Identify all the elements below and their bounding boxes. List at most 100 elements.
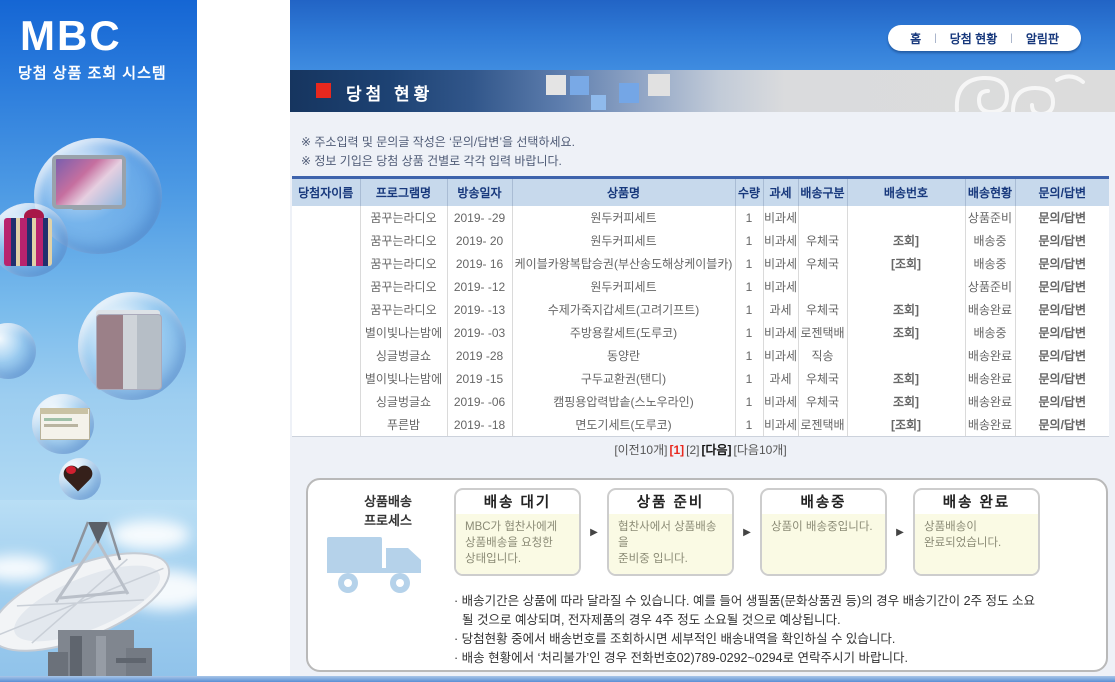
pagination-item-5[interactable]: [다음10개] (734, 443, 787, 457)
delivery-status-cell: 배송완료 (964, 390, 1015, 413)
carrier-cell: 우체국 (797, 298, 847, 321)
column-header: 프로그램명 (359, 177, 447, 206)
content-area: ※ 주소입력 및 문의글 작성은 ‘문의/답변’을 선택하세요. ※ 정보 기입은… (290, 112, 1115, 676)
deco-square (619, 83, 639, 103)
pagination: [이전10개] [1] [2] [다음] [다음10개] (290, 441, 1111, 458)
product-name-cell: 원두커피세트 (511, 229, 735, 252)
tax-cell: 비과세 (762, 229, 798, 252)
column-header: 수량 (734, 177, 763, 206)
results-table-body: 꿈꾸는라디오 2019- -29 원두커피세트 1 비과세 상품준비 문의/답변 꿈꾸는라디오… (292, 206, 1109, 437)
tracking-lookup-link[interactable]: [조회] (846, 252, 965, 275)
deco-square (648, 74, 670, 96)
tracking-lookup-link[interactable]: [조회] (846, 413, 965, 437)
quantity-cell: 1 (734, 321, 763, 344)
winner-name-cell (292, 206, 360, 229)
pagination-item-4[interactable]: [다음] (701, 443, 731, 457)
program-name-cell: 꿈꾸는라디오 (359, 229, 447, 252)
table-header-row: 당첨자이름 프로그램명 방송일자 상품명 수량 과세 배송구분 배송번호 배송현황 문의/답변 (292, 177, 1109, 206)
inquiry-link[interactable]: 문의/답변 (1014, 413, 1109, 437)
inquiry-link[interactable]: 문의/답변 (1014, 275, 1109, 298)
winner-name-cell (292, 229, 360, 252)
broadcast-date-cell: 2019- 20 (446, 229, 512, 252)
carrier-cell (797, 275, 847, 298)
process-step-2: 상품 준비 협찬사에서 상품배송을 준비중 입니다. (607, 488, 734, 576)
product-name-cell: 원두커피세트 (511, 206, 735, 229)
tracking-lookup-link[interactable]: 조회] (846, 321, 965, 344)
tax-cell: 비과세 (762, 344, 798, 367)
tv-stand (72, 205, 102, 210)
deco-square (546, 75, 566, 95)
pagination-item-3[interactable]: [2] (686, 443, 699, 457)
quantity-cell: 1 (734, 275, 763, 298)
process-step-3: 배송중 상품이 배송중입니다. (760, 488, 887, 576)
program-name-cell: 싱글벙글쇼 (359, 390, 447, 413)
delivery-process-panel: 상품배송 프로세스 배송 대기 MBC가 협찬사에게 상품배송을 요청한 상태입니… (306, 478, 1108, 672)
product-name-cell: 케이블카왕복탑승권(부산송도해상케이블카) (511, 252, 735, 275)
note-line-1: · 배송기간은 상품에 따라 달라질 수 있습니다. 예를 들어 생필품(문화상… (454, 594, 1036, 608)
red-square-bullet-icon (316, 83, 331, 98)
gift-box-image (4, 218, 52, 266)
step-arrow-icon: ▶ (590, 526, 598, 538)
webpage-line2 (44, 424, 78, 427)
inquiry-link[interactable]: 문의/답변 (1014, 390, 1109, 413)
program-name-cell: 푸른밤 (359, 413, 447, 437)
truck-icon (327, 537, 421, 593)
pagination-item-2[interactable]: [1] (669, 443, 684, 457)
inquiry-link[interactable]: 문의/답변 (1014, 321, 1109, 344)
nav-item-2[interactable]: 당첨 현황 (950, 30, 998, 47)
webpage-line (44, 418, 72, 421)
tracking-lookup-link[interactable]: 조회] (846, 390, 965, 413)
inquiry-link[interactable]: 문의/답변 (1014, 298, 1109, 321)
carrier-cell: 우체국 (797, 252, 847, 275)
table-row: 푸른밤 2019- -18 면도기세트(도루코) 1 비과세 로젠택배 [조회] 배송완료 문의… (292, 413, 1109, 437)
product-name-cell: 수제가죽지갑세트(고려기프트) (511, 298, 735, 321)
tracking-lookup-link (846, 206, 965, 229)
tax-cell: 비과세 (762, 252, 798, 275)
deco-square (591, 95, 606, 110)
program-name-cell: 꿈꾸는라디오 (359, 275, 447, 298)
satellite-dish-image (0, 521, 171, 682)
broadcast-date-cell: 2019- -03 (446, 321, 512, 344)
tracking-lookup-link (846, 275, 965, 298)
program-name-cell: 꿈꾸는라디오 (359, 206, 447, 229)
inquiry-link[interactable]: 문의/답변 (1014, 344, 1109, 367)
tax-cell: 비과세 (762, 206, 798, 229)
step-title: 배송중 (800, 495, 847, 511)
table-row: 꿈꾸는라디오 2019- -12 원두커피세트 1 비과세 상품준비 문의/답변 (292, 275, 1109, 298)
pagination-item-1[interactable]: [이전10개] (614, 443, 667, 457)
notice-lines: ※ 주소입력 및 문의글 작성은 ‘문의/답변’을 선택하세요. ※ 정보 기입은… (301, 133, 575, 171)
inquiry-link[interactable]: 문의/답변 (1014, 229, 1109, 252)
top-nav: 홈 | 당첨 현황 | 알림판 (888, 25, 1081, 51)
step-title: 배송 대기 (483, 495, 552, 511)
table-row: 꿈꾸는라디오 2019- 20 원두커피세트 1 비과세 우체국 조회] 배송중 문의/답변 (292, 229, 1109, 252)
carrier-cell (797, 206, 847, 229)
winner-name-cell (292, 413, 360, 437)
carrier-cell: 로젠택배 (797, 321, 847, 344)
tracking-lookup-link[interactable]: 조회] (846, 298, 965, 321)
product-name-cell: 동양란 (511, 344, 735, 367)
column-header: 배송현황 (964, 177, 1015, 206)
table-row: 싱글벙글쇼 2019- -06 캠핑용압력밥솥(스노우라인) 1 비과세 우체국 조회] 배송… (292, 390, 1109, 413)
quantity-cell: 1 (734, 252, 763, 275)
tax-cell: 비과세 (762, 275, 798, 298)
winner-name-cell (292, 252, 360, 275)
nav-item-3[interactable]: 알림판 (1026, 30, 1059, 47)
quantity-cell: 1 (734, 206, 763, 229)
inquiry-link[interactable]: 문의/답변 (1014, 206, 1109, 229)
broadcast-date-cell: 2019- -18 (446, 413, 512, 437)
quantity-cell: 1 (734, 413, 763, 437)
product-name-cell: 캠핑용압력밥솥(스노우라인) (511, 390, 735, 413)
step-arrow-icon: ▶ (743, 526, 751, 538)
inquiry-link[interactable]: 문의/답변 (1014, 252, 1109, 275)
tracking-lookup-link[interactable]: 조회] (846, 229, 965, 252)
delivery-status-cell: 배송완료 (964, 344, 1015, 367)
inquiry-link[interactable]: 문의/답변 (1014, 367, 1109, 390)
tracking-lookup-link[interactable]: 조회] (846, 367, 965, 390)
quantity-cell: 1 (734, 390, 763, 413)
broadcast-date-cell: 2019- -13 (446, 298, 512, 321)
nav-separator: | (1010, 32, 1013, 44)
tax-cell: 과세 (762, 367, 798, 390)
program-name-cell: 꿈꾸는라디오 (359, 298, 447, 321)
deco-square (570, 76, 589, 95)
nav-item-1[interactable]: 홈 (910, 30, 921, 47)
